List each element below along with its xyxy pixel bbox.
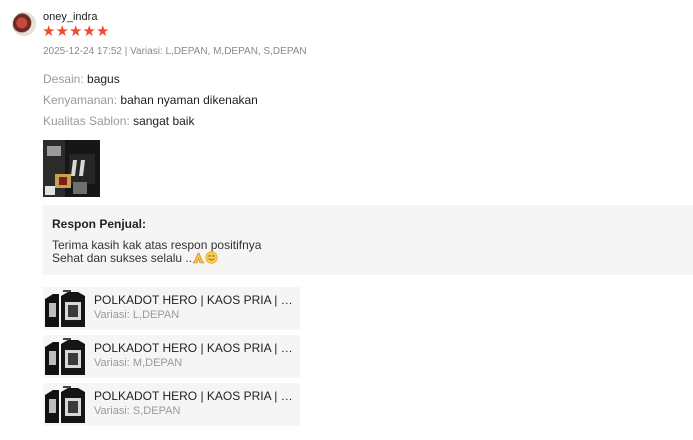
product-title[interactable]: POLKADOT HERO | KAOS PRIA | KAOS PRIA bbox=[94, 341, 294, 355]
product-thumbnail bbox=[43, 287, 87, 330]
attribute-design: Desain: bagus bbox=[43, 72, 120, 86]
product-variant: Variasi: S,DEPAN bbox=[94, 405, 181, 417]
star-icon: ★ bbox=[42, 23, 56, 40]
attribute-label: Kenyamanan: bbox=[43, 93, 118, 107]
seller-response-text: Sehat dan sukses selalu .. bbox=[52, 251, 218, 265]
attribute-value: bahan nyaman dikenakan bbox=[120, 93, 258, 107]
product-title[interactable]: POLKADOT HERO | KAOS PRIA | KAOS PRIA bbox=[94, 389, 294, 403]
review-meta: 2025-12-24 17:52 | Variasi: L,DEPAN, M,D… bbox=[43, 46, 307, 57]
star-icon: ★ bbox=[69, 23, 83, 40]
product-variant: Variasi: M,DEPAN bbox=[94, 357, 183, 369]
product-item[interactable]: POLKADOT HERO | KAOS PRIA | KAOS PRIA Va… bbox=[43, 335, 300, 378]
product-item[interactable]: POLKADOT HERO | KAOS PRIA | KAOS PRIA Va… bbox=[43, 383, 300, 426]
product-title[interactable]: POLKADOT HERO | KAOS PRIA | KAOS PRIA bbox=[94, 293, 294, 307]
smiling-face-icon bbox=[205, 251, 218, 264]
star-icon: ★ bbox=[96, 23, 110, 40]
avatar[interactable] bbox=[12, 12, 36, 36]
attribute-label: Desain: bbox=[43, 72, 84, 86]
reviewer-username[interactable]: oney_indra bbox=[43, 11, 97, 23]
star-icon: ★ bbox=[55, 23, 69, 40]
seller-response-text: Terima kasih kak atas respon positifnya bbox=[52, 238, 262, 252]
review-photo-image bbox=[43, 140, 100, 197]
attribute-comfort: Kenyamanan: bahan nyaman dikenakan bbox=[43, 93, 258, 107]
attribute-label: Kualitas Sablon: bbox=[43, 114, 130, 128]
praying-hands-icon bbox=[192, 252, 205, 264]
tshirt-image bbox=[43, 383, 87, 426]
attribute-value: bagus bbox=[87, 72, 120, 86]
attribute-print-quality: Kualitas Sablon: sangat baik bbox=[43, 114, 194, 128]
product-thumbnail bbox=[43, 383, 87, 426]
tshirt-image bbox=[43, 335, 87, 378]
seller-response-title: Respon Penjual: bbox=[52, 217, 147, 231]
product-item[interactable]: POLKADOT HERO | KAOS PRIA | KAOS PRIA Va… bbox=[43, 287, 300, 330]
seller-response: Respon Penjual: Terima kasih kak atas re… bbox=[43, 205, 693, 275]
product-thumbnail bbox=[43, 335, 87, 378]
attribute-value: sangat baik bbox=[133, 114, 195, 128]
star-icon: ★ bbox=[82, 23, 96, 40]
star-rating: ★ ★ ★ ★ ★ bbox=[42, 24, 109, 40]
review-photo[interactable] bbox=[43, 140, 100, 197]
product-variant: Variasi: L,DEPAN bbox=[94, 309, 180, 321]
seller-response-line: Sehat dan sukses selalu .. bbox=[52, 251, 193, 265]
tshirt-image bbox=[43, 287, 87, 330]
